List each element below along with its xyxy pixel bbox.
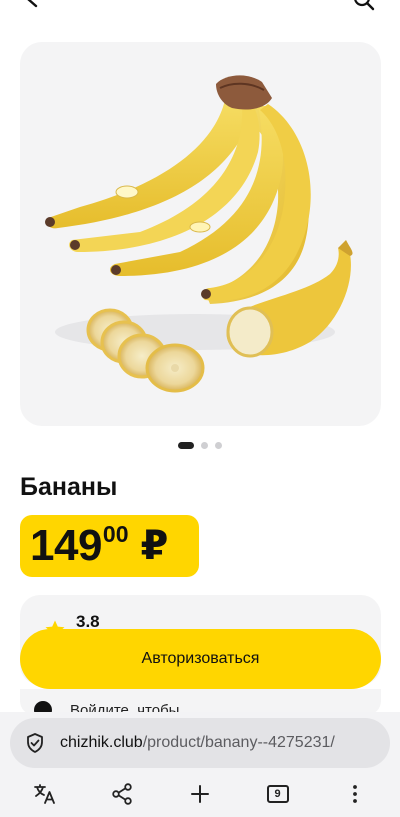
search-icon[interactable] <box>352 0 376 17</box>
add-icon[interactable] <box>178 776 222 812</box>
url-host: chizhik.club <box>60 734 143 751</box>
share-icon[interactable] <box>100 776 144 812</box>
price-integer: 149 <box>30 521 102 570</box>
top-bar <box>0 0 400 14</box>
shield-icon[interactable] <box>24 732 46 754</box>
tabs-icon[interactable]: 9 <box>256 776 300 812</box>
currency-symbol: ₽ <box>140 524 169 568</box>
carousel-dot[interactable] <box>178 441 194 449</box>
browser-toolbar: 9 <box>0 774 400 814</box>
url-path: /product/banany--4275231/ <box>142 734 335 751</box>
price-tag: 149 00 ₽ <box>20 515 199 577</box>
product-title: Бананы <box>20 473 118 501</box>
arrow-left-icon[interactable] <box>22 0 44 15</box>
login-button[interactable]: Авторизоваться <box>20 629 381 689</box>
browser-bottom-bar: chizhik.club/product/banany--4275231/ 9 <box>0 712 400 817</box>
carousel-dot[interactable] <box>215 441 222 449</box>
more-icon[interactable] <box>333 776 377 812</box>
carousel-indicator <box>0 440 400 450</box>
carousel-dot[interactable] <box>201 441 208 449</box>
product-image[interactable] <box>20 42 381 426</box>
price-decimal: 00 <box>102 521 129 547</box>
address-bar[interactable]: chizhik.club/product/banany--4275231/ <box>10 718 390 768</box>
tab-count: 9 <box>266 785 289 803</box>
url-text[interactable]: chizhik.club/product/banany--4275231/ <box>60 734 335 752</box>
translate-icon[interactable] <box>23 776 67 812</box>
bananas-photo <box>45 75 353 393</box>
